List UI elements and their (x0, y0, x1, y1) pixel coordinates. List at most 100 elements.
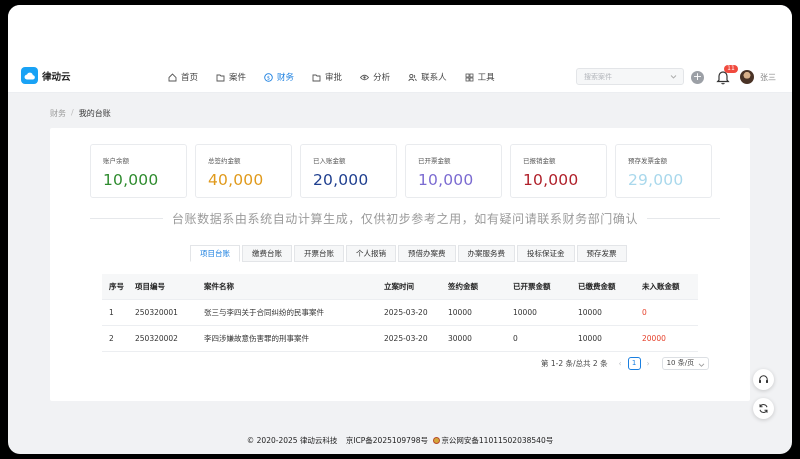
tab-payment-ledger[interactable]: 缴费台账 (242, 245, 292, 262)
nav-item-cases[interactable]: 案件 (216, 61, 246, 93)
column-header: 案件名称 (197, 274, 377, 300)
tab-case-advance[interactable]: 预借办案费 (398, 245, 456, 262)
app-name: 律动云 (42, 71, 71, 83)
police-emblem-icon (433, 437, 441, 444)
ledger-panel: 账户余额 10,000 总签约金额 40,000 已入账金额 20,000 已开… (50, 128, 750, 401)
unbilled-amount: 20000 (635, 325, 698, 352)
chevron-right-icon[interactable]: › (644, 359, 653, 368)
footer: © 2020-2025 律动云科技 京ICP备2025109798号 京公网安备… (8, 435, 792, 446)
table-cell: 10000 (441, 299, 506, 326)
column-header: 项目编号 (128, 274, 197, 300)
case-name-link[interactable]: 张三与李四关于合同纠纷的民事案件 (197, 299, 377, 326)
page-button[interactable]: 1 (627, 357, 641, 370)
stat-card-received: 已入账金额 20,000 (300, 144, 397, 198)
stat-card-contract-total: 总签约金额 40,000 (195, 144, 292, 198)
column-header: 已缴费金额 (571, 274, 635, 300)
stat-card-invoiced: 已开票金额 10,000 (405, 144, 502, 198)
footer-copyright: © 2020-2025 律动云科技 (246, 436, 338, 445)
divider (90, 217, 163, 219)
table-cell: 2025-03-20 (377, 299, 441, 326)
stat-value: 10,000 (523, 171, 579, 189)
tab-invoice-ledger[interactable]: 开票台账 (294, 245, 344, 262)
stat-card-reimbursed: 已报销金额 10,000 (510, 144, 607, 198)
add-button[interactable]: + (691, 71, 704, 84)
page-size-select[interactable]: 10 条/页 (661, 357, 710, 372)
table-row[interactable]: 2 250320002 李四涉嫌故意伤害罪的刑事案件 2025-03-20 30… (102, 325, 698, 352)
pagination-summary: 第 1-2 条/总共 2 条 (541, 359, 608, 368)
table-cell: 1 (102, 299, 128, 326)
tab-personal-reimbursement[interactable]: 个人报销 (346, 245, 396, 262)
nav-label: 审批 (325, 73, 343, 83)
user-name[interactable]: 张三 (760, 72, 776, 83)
folder-icon (216, 73, 225, 82)
table-header-row: 序号 项目编号 案件名称 立案时间 签约金额 已开票金额 已缴费金额 未入账金额 (102, 274, 698, 300)
table-cell: 10000 (571, 299, 635, 326)
top-header: 律动云 首页 案件 $ 财务 审批 分析 联系人 工具 搜索案件 + 11 张三 (8, 61, 792, 93)
eye-icon (360, 73, 370, 82)
stat-label: 预存发票金额 (628, 157, 667, 165)
nav-label: 首页 (181, 73, 199, 83)
stat-value: 10,000 (418, 171, 474, 189)
nav-item-approval[interactable]: 审批 (312, 61, 342, 93)
tab-bid-deposit[interactable]: 投标保证金 (517, 245, 575, 262)
footer-police-link[interactable]: 京公网安备11011502038540号 (441, 436, 553, 445)
tab-case-service-fee[interactable]: 办案服务费 (457, 245, 515, 262)
stat-value: 29,000 (628, 171, 684, 189)
table-cell: 250320001 (128, 299, 197, 326)
pagination: 第 1-2 条/总共 2 条 ‹ 1 › 10 条/页 (541, 357, 710, 372)
tab-project-ledger[interactable]: 项目台账 (190, 245, 240, 262)
nav-label: 联系人 (421, 73, 447, 83)
footer-icp-link[interactable]: 京ICP备2025109798号 (346, 436, 428, 445)
nav-item-analysis[interactable]: 分析 (360, 61, 390, 93)
currency-icon: $ (264, 72, 273, 82)
breadcrumb-separator: / (71, 108, 74, 117)
refresh-icon (758, 399, 769, 418)
support-button[interactable] (753, 369, 774, 390)
table-cell: 250320002 (128, 325, 197, 352)
nav-item-contacts[interactable]: 联系人 (408, 61, 447, 93)
app-logo[interactable]: 律动云 (21, 67, 71, 84)
table-cell: 2 (102, 325, 128, 352)
chevron-down-icon (698, 361, 705, 372)
unbilled-amount: 0 (635, 299, 698, 326)
home-icon (168, 72, 177, 82)
page-size-value: 10 条/页 (666, 359, 695, 367)
tab-prepaid-invoice[interactable]: 预存发票 (576, 245, 627, 262)
stat-label: 账户余额 (103, 157, 129, 165)
refresh-button[interactable] (753, 398, 774, 419)
nav-item-tools[interactable]: 工具 (465, 61, 495, 93)
stat-value: 10,000 (103, 171, 159, 189)
stat-card-prepaid-invoice: 预存发票金额 29,000 (615, 144, 712, 198)
disclaimer-text: 台账数据系由系统自动计算生成，仅供初步参考之用，如有疑问请联系财务部门确认 (171, 211, 639, 226)
chevron-left-icon[interactable]: ‹ (616, 359, 625, 368)
stat-label: 已报销金额 (523, 157, 556, 165)
chevron-down-icon (670, 73, 677, 82)
nav-label: 案件 (229, 73, 247, 83)
window-blank-area (8, 5, 792, 61)
main-nav: 首页 案件 $ 财务 审批 分析 联系人 工具 (168, 61, 513, 93)
breadcrumb: 财务 / 我的台账 (50, 108, 111, 119)
avatar[interactable] (740, 70, 754, 84)
stat-label: 总签约金额 (208, 157, 241, 165)
ledger-tabs: 项目台账 缴费台账 开票台账 个人报销 预借办案费 办案服务费 投标保证金 预存… (190, 245, 629, 262)
case-name-link[interactable]: 李四涉嫌故意伤害罪的刑事案件 (197, 325, 377, 352)
table-cell: 30000 (441, 325, 506, 352)
nav-item-finance[interactable]: $ 财务 (264, 61, 294, 93)
table-cell: 2025-03-20 (377, 325, 441, 352)
nav-label: 财务 (277, 73, 295, 83)
table-row[interactable]: 1 250320001 张三与李四关于合同纠纷的民事案件 2025-03-20 … (102, 299, 698, 326)
divider (647, 217, 721, 219)
notification-badge: 11 (724, 65, 738, 73)
cloud-icon (21, 67, 38, 84)
stat-value: 40,000 (208, 171, 264, 189)
contacts-icon (408, 73, 417, 82)
breadcrumb-parent[interactable]: 财务 (50, 108, 66, 119)
search-placeholder: 搜索案件 (584, 72, 612, 81)
app-window: 律动云 首页 案件 $ 财务 审批 分析 联系人 工具 搜索案件 + 11 张三… (8, 5, 792, 454)
headset-icon (758, 370, 769, 389)
column-header: 已开票金额 (506, 274, 571, 300)
case-search-input[interactable]: 搜索案件 (576, 68, 684, 85)
nav-item-home[interactable]: 首页 (168, 61, 198, 93)
breadcrumb-current: 我的台账 (78, 109, 111, 118)
disclaimer-notice: 台账数据系由系统自动计算生成，仅供初步参考之用，如有疑问请联系财务部门确认 (90, 210, 721, 226)
